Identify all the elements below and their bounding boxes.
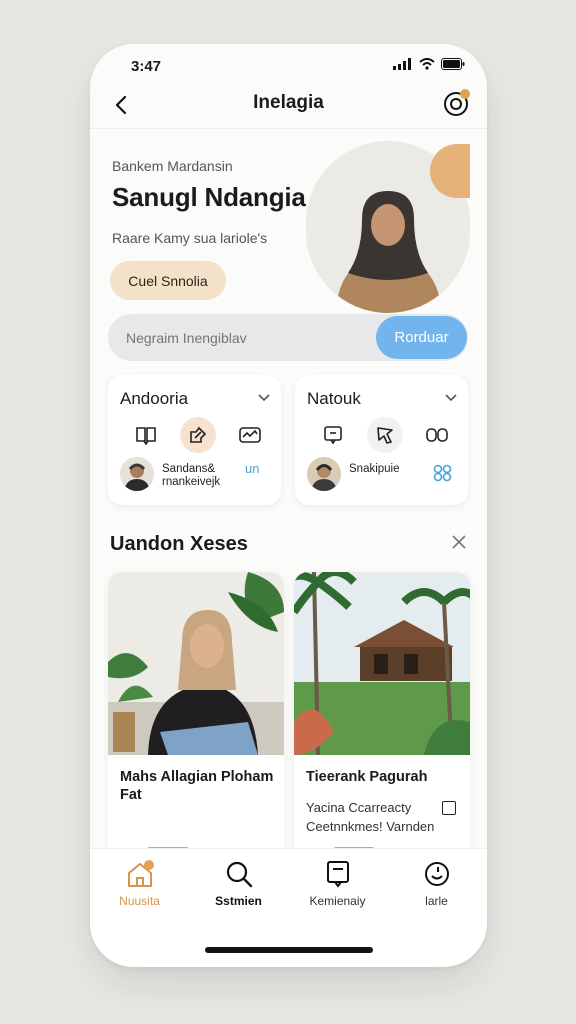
message-icon[interactable]: [315, 417, 351, 453]
nav-item-home[interactable]: Nuusita: [90, 849, 189, 929]
card-actions: [315, 417, 455, 453]
card-actions: [128, 417, 268, 453]
nav-label: Kemienaiy: [309, 894, 366, 908]
card-meta: Snakipuie: [349, 463, 400, 476]
checkbox[interactable]: [442, 801, 456, 815]
category-card[interactable]: Natouk Snakipuie: [295, 375, 468, 505]
card-meta-line: Snakipuie: [349, 463, 400, 475]
photo-card[interactable]: Mahs Allagian Ploham Fat: [108, 572, 284, 862]
chart-icon[interactable]: [232, 417, 268, 453]
photo-description: Yacina Ccarreacty Ceetnnkmes! Varnden: [306, 800, 435, 834]
search-button[interactable]: Rorduar: [376, 316, 467, 359]
link-glyph[interactable]: un: [245, 461, 267, 481]
card-meta: Sandans& rnankeivejk: [162, 463, 220, 489]
category-card[interactable]: Andooria Sandans& rnankeivejk un: [108, 375, 281, 505]
nav-label: Nuusita: [119, 894, 160, 908]
book-icon[interactable]: [128, 417, 164, 453]
section-title: Uandon Xeses: [110, 533, 248, 555]
photo-title: Mahs Allagian Ploham Fat: [120, 769, 274, 803]
nav-item-search[interactable]: Sstmien: [189, 849, 288, 929]
card-meta-line: rnankeivejk: [162, 476, 221, 488]
card-meta-line: Sandans&: [162, 463, 216, 475]
nav-item-bookmarks[interactable]: Kemienaiy: [288, 849, 387, 929]
hero-overline: Bankem Mardansin: [112, 158, 233, 174]
status-icons: [393, 58, 465, 70]
share-icon[interactable]: [432, 463, 454, 483]
app-header: Inelagia: [90, 82, 487, 128]
card-title: Andooria: [120, 389, 189, 408]
edit-icon[interactable]: [180, 417, 216, 453]
hero-subtitle: Raare Kamy sua lariole's: [112, 230, 268, 246]
status-time: 3:47: [131, 58, 162, 75]
cursor-icon[interactable]: [367, 417, 403, 453]
chevron-down-icon[interactable]: [444, 391, 458, 405]
ring-icon: [444, 89, 470, 116]
search-input[interactable]: [126, 330, 356, 346]
signal-icon: [393, 58, 411, 70]
home-icon: [128, 860, 154, 887]
nav-label: Sstmien: [215, 894, 262, 908]
photo-image: [108, 572, 284, 755]
profile-icon: [425, 862, 449, 886]
link-icon[interactable]: [419, 417, 455, 453]
chevron-down-icon[interactable]: [257, 391, 271, 405]
hero-cta-button[interactable]: Cuel Snnolia: [110, 261, 226, 300]
avatar: [120, 457, 154, 491]
photo-card[interactable]: Tieerank Pagurah Yacina Ccarreacty Ceetn…: [294, 572, 470, 862]
nav-item-profile[interactable]: larle: [387, 849, 486, 929]
wifi-icon: [419, 58, 435, 70]
phone-screen: 3:47 Inelagia Bankem Mardansin Sanugl Nd…: [90, 44, 487, 967]
battery-icon: [441, 58, 465, 70]
hero-title: Sanugl Ndangia: [112, 182, 306, 212]
home-indicator: [205, 947, 373, 953]
header-divider: [90, 128, 487, 129]
nav-label: larle: [425, 894, 448, 908]
bookmark-icon: [327, 861, 349, 888]
card-title: Natouk: [307, 389, 361, 408]
avatar: [307, 457, 341, 491]
profile-button[interactable]: [441, 87, 473, 119]
search-icon: [226, 861, 253, 888]
close-icon[interactable]: [451, 534, 467, 550]
photo-title: Tieerank Pagurah: [306, 769, 428, 785]
page-title: Inelagia: [253, 92, 324, 113]
photo-image: [294, 572, 470, 755]
